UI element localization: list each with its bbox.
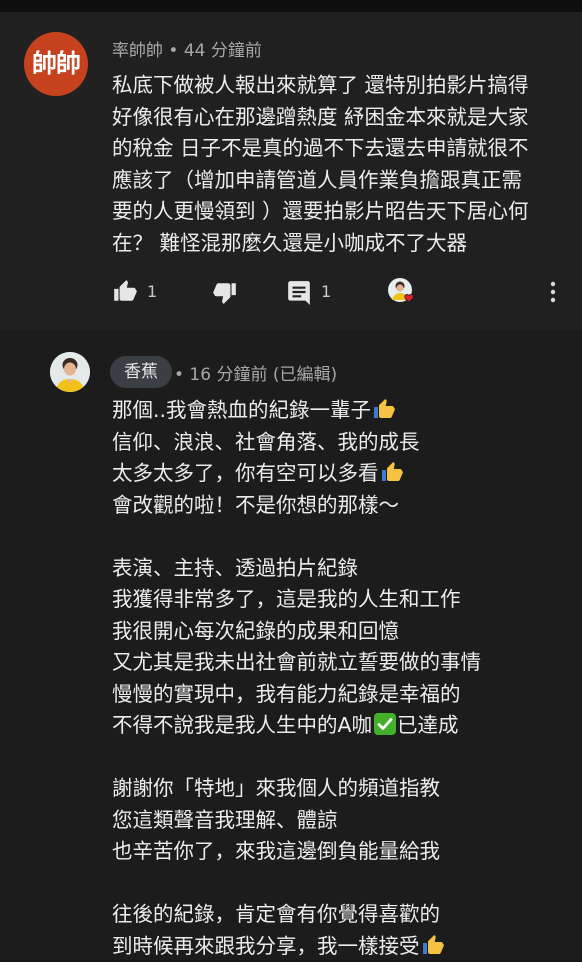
comment-text: 那個..我會熱血的紀錄一輩子 信仰、浪浪、社會角落、我的成長 太多太多了，你有空… bbox=[112, 395, 568, 962]
comment-line: 到時候再來跟我分享，我一樣接受 bbox=[112, 931, 568, 962]
previous-comment-edge bbox=[0, 0, 582, 12]
line-text: 那個..我會熱血的紀錄一輩子 bbox=[112, 398, 371, 422]
thumbs-down-icon[interactable] bbox=[212, 280, 238, 306]
avatar[interactable] bbox=[50, 352, 90, 392]
line-text: 到時候再來跟我分享，我一樣接受 bbox=[112, 934, 420, 958]
comment-line: 往後的紀錄，肯定會有你覺得喜歡的 bbox=[112, 899, 568, 931]
like-count: 1 bbox=[147, 282, 157, 301]
comment-line: 不得不說我是我人生中的A咖 已達成 bbox=[112, 710, 568, 742]
comment-line: 又尤其是我未出社會前就立誓要做的事情 bbox=[112, 647, 568, 679]
comment-line: 我獲得非常多了，這是我的人生和工作 bbox=[112, 584, 568, 616]
comment-meta[interactable]: • 16 分鐘前 (已編輯) bbox=[174, 360, 337, 385]
comment-line bbox=[112, 742, 568, 774]
comment-line: 慢慢的實現中，我有能力紀錄是幸福的 bbox=[112, 679, 568, 711]
comment-line: 要的人更慢領到 ）還要拍影片昭告天下居心何 bbox=[112, 196, 568, 228]
comment-line: 私底下做被人報出來就算了 還特別拍影片搞得 bbox=[112, 70, 568, 102]
comment-line: 太多太多了，你有空可以多看 bbox=[112, 458, 568, 490]
comment-line: 您這類聲音我理解、體諒 bbox=[112, 805, 568, 837]
comment-line: 也辛苦你了，來我這邊倒負能量給我 bbox=[112, 836, 568, 868]
more-vert-icon[interactable] bbox=[548, 280, 558, 304]
thumbs-up-emoji bbox=[421, 933, 445, 957]
comment-line bbox=[112, 868, 568, 900]
avatar[interactable]: 帥帥 bbox=[24, 32, 88, 96]
line-text-suffix: 已達成 bbox=[397, 713, 459, 737]
profile-photo bbox=[50, 352, 90, 392]
comment-line: 我很開心每次紀錄的成果和回憶 bbox=[112, 616, 568, 648]
comment-actions: 1 1 bbox=[112, 278, 572, 308]
author-name: 香蕉 bbox=[124, 362, 158, 382]
check-mark-emoji bbox=[373, 712, 397, 736]
reply-count: 1 bbox=[321, 282, 331, 301]
comment-line: 謝謝你「特地」來我個人的頻道指教 bbox=[112, 773, 568, 805]
line-text: 太多太多了，你有空可以多看 bbox=[112, 461, 379, 485]
comment-meta[interactable]: 率帥帥 • 44 分鐘前 bbox=[112, 36, 262, 61]
creator-heart-icon bbox=[386, 276, 418, 308]
comment-text: 私底下做被人報出來就算了 還特別拍影片搞得 好像很有心在那邊蹭熱度 紓困金本來就… bbox=[112, 70, 568, 259]
comment-line: 在？ 難怪混那麼久還是小咖成不了大器 bbox=[112, 228, 568, 260]
thumbs-up-emoji bbox=[372, 397, 396, 421]
thumbs-up-emoji bbox=[380, 460, 404, 484]
comment-line: 的稅金 日子不是真的過不下去還去申請就很不 bbox=[112, 133, 568, 165]
comment-line bbox=[112, 521, 568, 553]
comment-icon[interactable] bbox=[286, 279, 312, 305]
comment-line: 好像很有心在那邊蹭熱度 紓困金本來就是大家 bbox=[112, 102, 568, 134]
comment-line: 信仰、浪浪、社會角落、我的成長 bbox=[112, 427, 568, 459]
comment-line: 表演、主持、透過拍片紀錄 bbox=[112, 553, 568, 585]
comment-thread-1: 帥帥 率帥帥 • 44 分鐘前 私底下做被人報出來就算了 還特別拍影片搞得 好像… bbox=[0, 12, 582, 330]
thumbs-up-icon[interactable] bbox=[112, 278, 138, 304]
comment-line: 那個..我會熱血的紀錄一輩子 bbox=[112, 395, 568, 427]
comment-line: 應該了（增加申請管道人員作業負擔跟真正需 bbox=[112, 165, 568, 197]
creator-name-badge[interactable]: 香蕉 bbox=[110, 356, 172, 388]
line-text: 不得不說我是我人生中的A咖 bbox=[112, 713, 372, 737]
comment-thread-2: 香蕉 • 16 分鐘前 (已編輯) 那個..我會熱血的紀錄一輩子 信仰、浪浪、社… bbox=[0, 330, 582, 960]
comment-line: 會改觀的啦！不是你想的那樣～ bbox=[112, 490, 568, 522]
